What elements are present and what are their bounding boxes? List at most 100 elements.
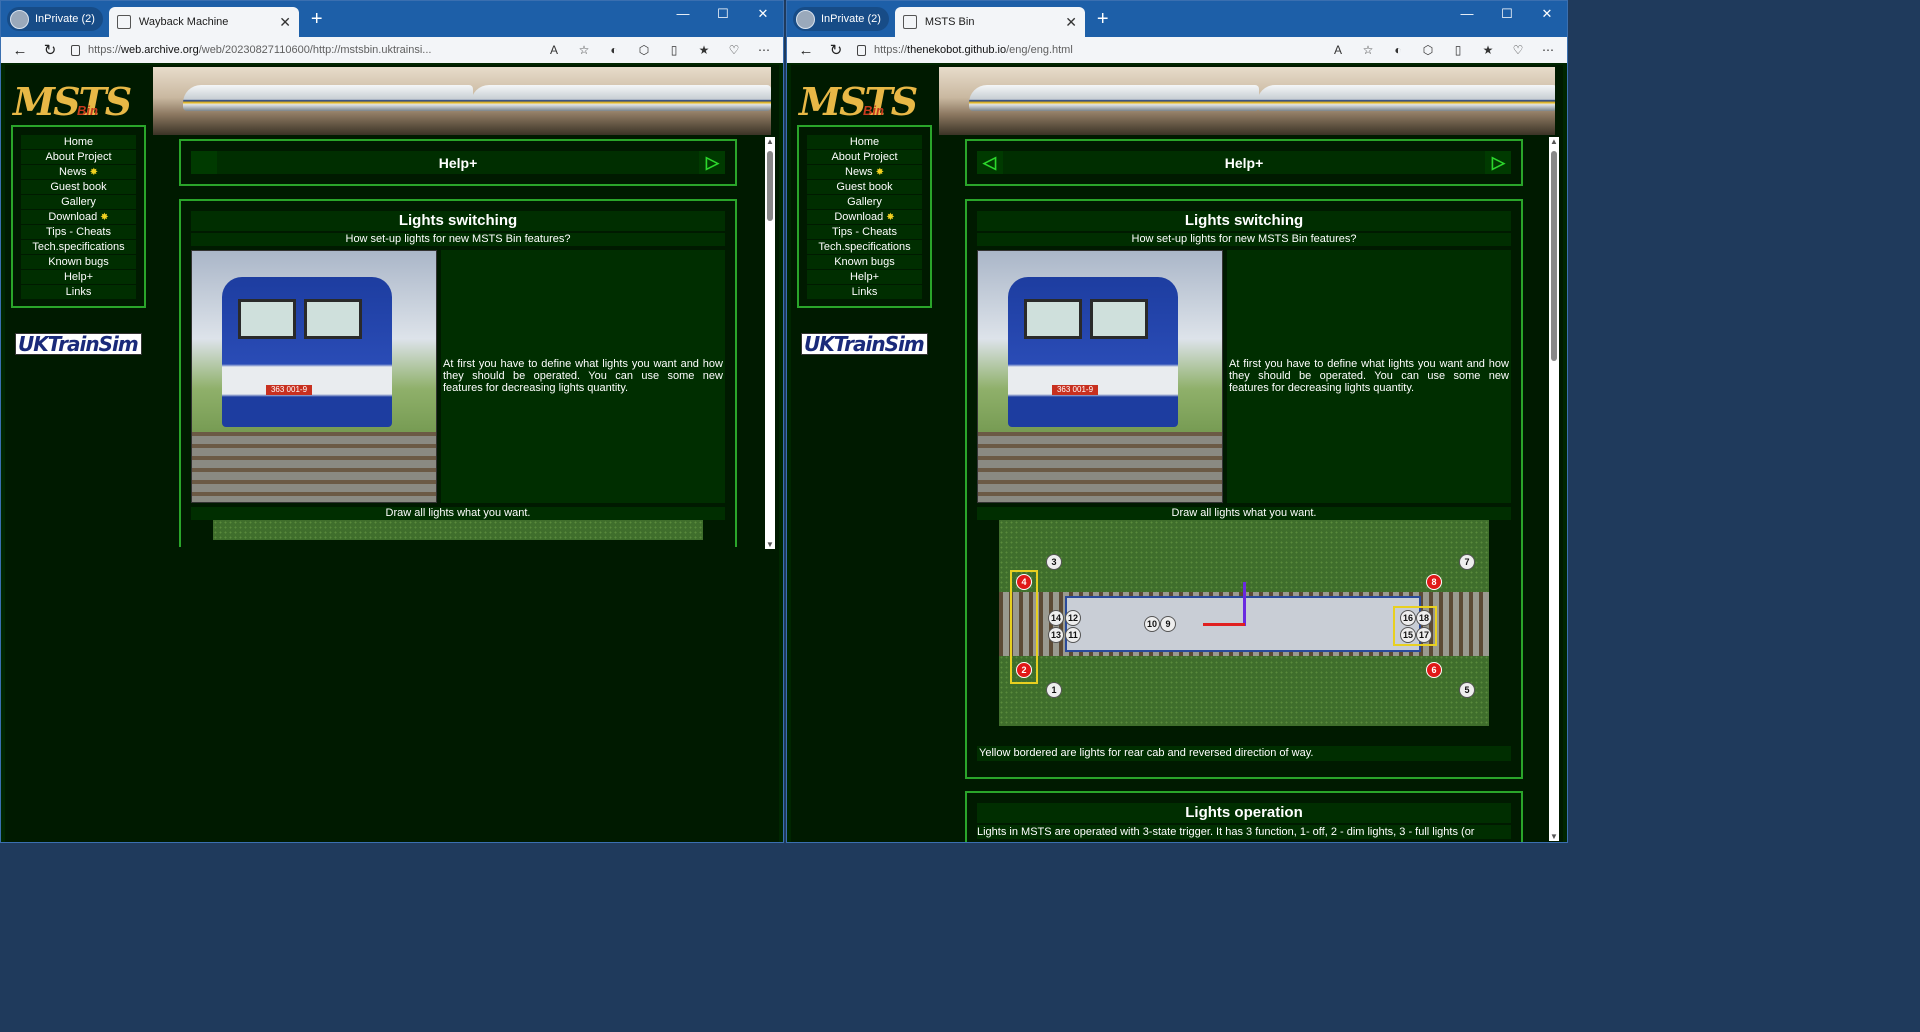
split-screen-icon[interactable]: ▯ <box>1449 43 1467 57</box>
back-icon[interactable]: ← <box>11 42 29 59</box>
section2-title: Lights operation <box>977 803 1511 823</box>
close-window-button[interactable]: ✕ <box>1527 1 1567 29</box>
msts-bin-logo[interactable]: MSTS Bin <box>799 79 929 124</box>
train-image <box>183 85 473 111</box>
inprivate-label: InPrivate (2) <box>35 13 95 25</box>
url-field[interactable]: https://web.archive.org/web/202308271106… <box>71 44 533 56</box>
lock-icon[interactable] <box>857 44 866 56</box>
health-icon[interactable]: ♡ <box>725 43 743 57</box>
menu-item-bugs[interactable]: Known bugs <box>807 255 922 269</box>
new-tab-button[interactable]: + <box>311 9 323 29</box>
menu-item-about[interactable]: About Project <box>21 150 136 164</box>
prev-arrow-icon[interactable]: ◁ <box>983 153 996 173</box>
vertical-scrollbar[interactable]: ▲ ▼ <box>765 137 775 549</box>
uktrainsim-logo[interactable]: UKTrainSim <box>15 333 142 355</box>
tab-wayback[interactable]: Wayback Machine ✕ <box>108 7 299 37</box>
puzzle-icon[interactable]: ⬡ <box>1419 43 1437 57</box>
maximize-button[interactable]: ☐ <box>1487 1 1527 29</box>
tab-msts-bin[interactable]: MSTS Bin ✕ <box>894 7 1085 37</box>
lights-switching-section: Lights switching How set-up lights for n… <box>179 199 737 547</box>
msts-bin-logo[interactable]: MSTS Bin <box>13 79 143 124</box>
menu-item-help[interactable]: Help+ <box>21 270 136 284</box>
uktrainsim-logo[interactable]: UKTrainSim <box>801 333 928 355</box>
title-bar: InPrivate (2) MSTS Bin ✕ + — ☐ ✕ <box>787 1 1567 37</box>
scroll-down-icon[interactable]: ▼ <box>1549 832 1559 841</box>
scroll-down-icon[interactable]: ▼ <box>765 540 775 549</box>
section-text: At first you have to define what lights … <box>441 250 725 503</box>
menu-item-download[interactable]: Download ✸ <box>21 210 136 224</box>
minimize-button[interactable]: — <box>1447 1 1487 29</box>
back-icon[interactable]: ← <box>797 42 815 59</box>
diagram-caption: Draw all lights what you want. <box>191 507 725 520</box>
light-marker-6: 6 <box>1426 662 1442 678</box>
extension-icon[interactable]: ◐ <box>605 43 623 57</box>
section2-text: Lights in MSTS are operated with 3-state… <box>977 825 1511 839</box>
close-tab-icon[interactable]: ✕ <box>279 14 291 31</box>
section-title: Lights switching <box>191 211 725 231</box>
menu-item-help[interactable]: Help+ <box>807 270 922 284</box>
window-controls: — ☐ ✕ <box>1447 1 1567 29</box>
help-title: Help+ <box>438 154 478 171</box>
health-icon[interactable]: ♡ <box>1509 43 1527 57</box>
favorites-icon[interactable]: ★ <box>1479 43 1497 57</box>
minimize-button[interactable]: — <box>663 1 703 29</box>
help-title: Help+ <box>1224 154 1264 171</box>
lock-icon[interactable] <box>71 44 80 56</box>
menu-item-gallery[interactable]: Gallery <box>21 195 136 209</box>
inprivate-label: InPrivate (2) <box>821 13 881 25</box>
url-path: /web/20230827110600/http://mstsbin.uktra… <box>198 44 432 56</box>
logo-main: MSTS <box>799 79 918 124</box>
menu-item-news[interactable]: News ✸ <box>21 165 136 179</box>
inprivate-badge[interactable]: InPrivate (2) <box>793 7 889 31</box>
menu-item-links[interactable]: Links <box>807 285 922 299</box>
menu-item-gallery[interactable]: Gallery <box>807 195 922 209</box>
menu-item-tips[interactable]: Tips - Cheats <box>21 225 136 239</box>
page-icon <box>116 15 131 29</box>
maximize-button[interactable]: ☐ <box>703 1 743 29</box>
menu-item-download[interactable]: Download ✸ <box>807 210 922 224</box>
menu-item-bugs[interactable]: Known bugs <box>21 255 136 269</box>
more-menu-icon[interactable]: ⋯ <box>1539 43 1557 57</box>
puzzle-icon[interactable]: ⬡ <box>635 43 653 57</box>
split-screen-icon[interactable]: ▯ <box>665 43 683 57</box>
menu-item-guestbook[interactable]: Guest book <box>807 180 922 194</box>
extension-icon[interactable]: ◐ <box>1389 43 1407 57</box>
train-image <box>969 85 1259 111</box>
scroll-up-icon[interactable]: ▲ <box>1549 137 1559 146</box>
menu-item-tips[interactable]: Tips - Cheats <box>807 225 922 239</box>
scroll-thumb[interactable] <box>767 151 773 221</box>
page-content: MSTS Bin Home About Project News ✸ Guest… <box>791 65 1563 842</box>
refresh-icon[interactable]: ↻ <box>827 41 845 59</box>
new-star-icon: ✸ <box>100 212 109 223</box>
new-tab-button[interactable]: + <box>1097 9 1109 29</box>
next-arrow-icon[interactable]: ▷ <box>706 153 719 173</box>
favorite-star-icon[interactable]: ☆ <box>1359 43 1377 57</box>
menu-item-home[interactable]: Home <box>21 135 136 149</box>
scroll-up-icon[interactable]: ▲ <box>765 137 775 146</box>
help-title-bar: Help+ ▷ <box>191 151 725 174</box>
read-aloud-icon[interactable]: A <box>545 43 563 57</box>
close-tab-icon[interactable]: ✕ <box>1065 14 1077 31</box>
scroll-thumb[interactable] <box>1551 151 1557 361</box>
more-menu-icon[interactable]: ⋯ <box>755 43 773 57</box>
help-header-box: ◁ Help+ ▷ <box>965 139 1523 186</box>
refresh-icon[interactable]: ↻ <box>41 41 59 59</box>
menu-item-home[interactable]: Home <box>807 135 922 149</box>
inprivate-badge[interactable]: InPrivate (2) <box>7 7 103 31</box>
lights-diagram: 3 7 1 5 14 12 13 11 10 9 16 18 15 17 4 2 <box>999 520 1489 726</box>
url-field[interactable]: https://thenekobot.github.io/eng/eng.htm… <box>857 44 1317 56</box>
light-marker-2: 2 <box>1016 662 1032 678</box>
menu-item-guestbook[interactable]: Guest book <box>21 180 136 194</box>
next-arrow-icon[interactable]: ▷ <box>1492 153 1505 173</box>
light-marker-12: 12 <box>1065 610 1081 626</box>
vertical-scrollbar[interactable]: ▲ ▼ <box>1549 137 1559 841</box>
menu-item-techspec[interactable]: Tech.specifications <box>21 240 136 254</box>
favorite-star-icon[interactable]: ☆ <box>575 43 593 57</box>
menu-item-news[interactable]: News ✸ <box>807 165 922 179</box>
menu-item-links[interactable]: Links <box>21 285 136 299</box>
menu-item-about[interactable]: About Project <box>807 150 922 164</box>
close-window-button[interactable]: ✕ <box>743 1 783 29</box>
read-aloud-icon[interactable]: A <box>1329 43 1347 57</box>
menu-item-techspec[interactable]: Tech.specifications <box>807 240 922 254</box>
favorites-icon[interactable]: ★ <box>695 43 713 57</box>
